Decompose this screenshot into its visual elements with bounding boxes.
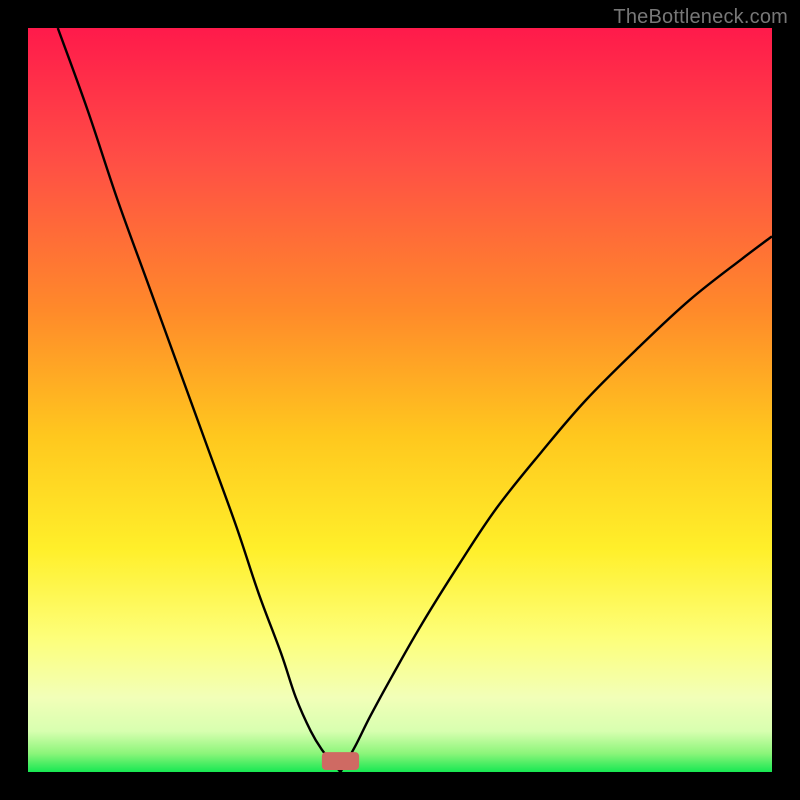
chart-frame: TheBottleneck.com (0, 0, 800, 800)
watermark-text: TheBottleneck.com (613, 6, 788, 29)
chart-svg (28, 28, 772, 772)
plot-area (28, 28, 772, 772)
minimum-marker (322, 752, 359, 770)
